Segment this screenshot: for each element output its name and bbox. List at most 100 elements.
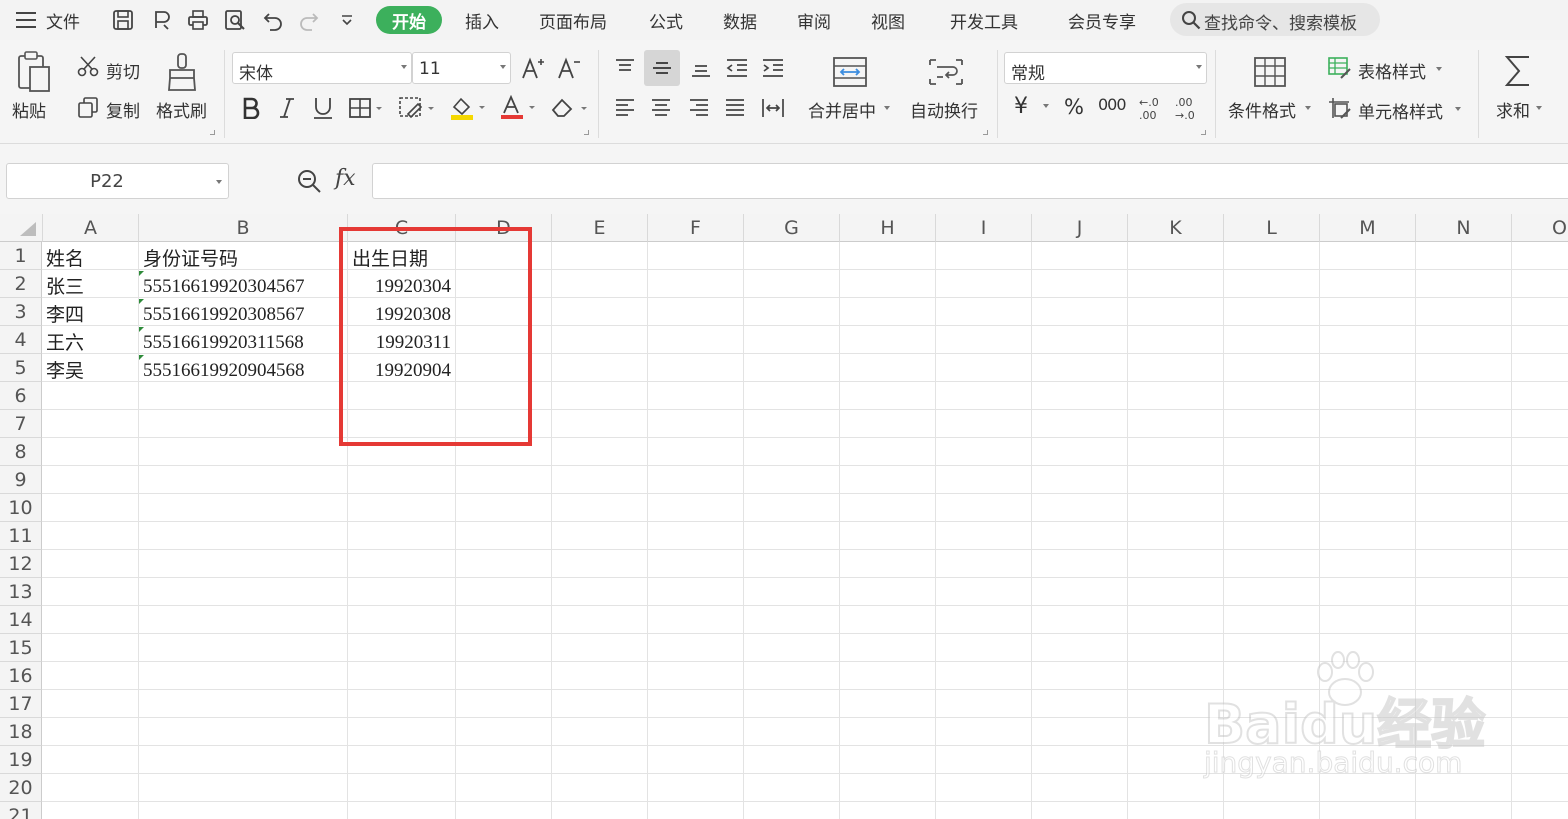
align-bottom-icon[interactable] bbox=[686, 54, 716, 82]
tab-data[interactable]: 数据 bbox=[723, 8, 757, 33]
column-header-H[interactable]: H bbox=[840, 214, 936, 242]
underline-icon[interactable] bbox=[310, 94, 336, 122]
redo-icon[interactable] bbox=[296, 6, 322, 34]
clear-format-icon[interactable] bbox=[548, 94, 590, 122]
number-format-select[interactable]: 常规 bbox=[1004, 52, 1207, 84]
row-header-17[interactable]: 17 bbox=[0, 690, 42, 718]
justify-icon[interactable] bbox=[720, 94, 750, 122]
column-header-J[interactable]: J bbox=[1032, 214, 1128, 242]
font-name-select[interactable]: 宋体 bbox=[232, 52, 412, 84]
copy-button[interactable]: 复制 bbox=[106, 97, 140, 122]
format-painter-button[interactable]: 格式刷 bbox=[156, 97, 207, 122]
italic-icon[interactable] bbox=[274, 94, 300, 122]
cell-A4[interactable]: 王六 bbox=[46, 328, 138, 356]
row-header-20[interactable]: 20 bbox=[0, 774, 42, 802]
column-header-A[interactable]: A bbox=[43, 214, 139, 242]
row-header-2[interactable]: 2 bbox=[0, 270, 42, 298]
undo-icon[interactable] bbox=[260, 6, 286, 34]
file-menu[interactable]: 文件 bbox=[46, 8, 80, 33]
cell-A2[interactable]: 张三 bbox=[46, 272, 138, 300]
thousands-separator-button[interactable]: 000 bbox=[1098, 95, 1127, 114]
chevron-down-icon[interactable] bbox=[1043, 104, 1049, 108]
column-header-E[interactable]: E bbox=[552, 214, 648, 242]
row-header-9[interactable]: 9 bbox=[0, 466, 42, 494]
sum-icon[interactable] bbox=[1500, 50, 1536, 92]
print-icon[interactable] bbox=[185, 6, 211, 34]
cell-B1[interactable]: 身份证号码 bbox=[143, 244, 347, 272]
column-header-F[interactable]: F bbox=[648, 214, 744, 242]
fx-label[interactable]: fx bbox=[335, 166, 356, 191]
customize-toolbar-icon[interactable] bbox=[334, 6, 360, 34]
conditional-format-icon[interactable] bbox=[1250, 52, 1290, 92]
row-header-12[interactable]: 12 bbox=[0, 550, 42, 578]
currency-format-button[interactable]: ¥ bbox=[1014, 94, 1028, 119]
column-header-G[interactable]: G bbox=[744, 214, 840, 242]
column-header-B[interactable]: B bbox=[139, 214, 348, 242]
increase-decimal-icon[interactable]: ←.0.00 bbox=[1136, 94, 1164, 122]
font-group-launcher[interactable] bbox=[584, 130, 589, 135]
tab-insert[interactable]: 插入 bbox=[465, 8, 499, 33]
table-style-icon[interactable] bbox=[1326, 54, 1354, 82]
row-header-15[interactable]: 15 bbox=[0, 634, 42, 662]
chevron-down-icon[interactable] bbox=[1436, 67, 1442, 71]
cut-button[interactable]: 剪切 bbox=[106, 58, 140, 83]
chevron-down-icon[interactable] bbox=[884, 106, 890, 110]
cell-B3[interactable]: 55516619920308567 bbox=[143, 300, 347, 328]
row-header-1[interactable]: 1 bbox=[0, 242, 42, 270]
column-header-I[interactable]: I bbox=[936, 214, 1032, 242]
column-header-M[interactable]: M bbox=[1320, 214, 1416, 242]
row-header-6[interactable]: 6 bbox=[0, 382, 42, 410]
distributed-align-icon[interactable] bbox=[758, 94, 788, 122]
tab-developer[interactable]: 开发工具 bbox=[950, 8, 1018, 33]
conditional-format-button[interactable]: 条件格式 bbox=[1228, 97, 1296, 122]
align-left-icon[interactable] bbox=[610, 94, 640, 122]
format-painter-icon[interactable] bbox=[164, 50, 200, 94]
row-header-11[interactable]: 11 bbox=[0, 522, 42, 550]
cell-style-brush-icon[interactable] bbox=[396, 94, 438, 122]
cell-B2[interactable]: 55516619920304567 bbox=[143, 272, 347, 300]
tab-view[interactable]: 视图 bbox=[871, 8, 905, 33]
row-header-19[interactable]: 19 bbox=[0, 746, 42, 774]
table-style-button[interactable]: 表格样式 bbox=[1358, 58, 1426, 83]
column-header-L[interactable]: L bbox=[1224, 214, 1320, 242]
align-center-icon[interactable] bbox=[646, 94, 676, 122]
row-header-8[interactable]: 8 bbox=[0, 438, 42, 466]
row-header-7[interactable]: 7 bbox=[0, 410, 42, 438]
decrease-decimal-icon[interactable]: .00 →.0 bbox=[1172, 94, 1200, 122]
font-size-select[interactable]: 11 bbox=[412, 52, 511, 84]
paste-icon[interactable] bbox=[14, 50, 54, 94]
zoom-icon[interactable] bbox=[294, 166, 324, 196]
copy-icon[interactable] bbox=[76, 95, 100, 119]
increase-font-icon[interactable] bbox=[520, 54, 546, 82]
borders-icon[interactable] bbox=[346, 94, 386, 122]
column-header-N[interactable]: N bbox=[1416, 214, 1512, 242]
print-preview-icon[interactable] bbox=[222, 6, 248, 34]
hamburger-menu-icon[interactable] bbox=[14, 8, 38, 32]
align-right-icon[interactable] bbox=[684, 94, 714, 122]
paste-button[interactable]: 粘贴 bbox=[12, 97, 46, 122]
name-box[interactable]: P22 bbox=[6, 163, 229, 199]
column-header-K[interactable]: K bbox=[1128, 214, 1224, 242]
row-header-13[interactable]: 13 bbox=[0, 578, 42, 606]
cell-A5[interactable]: 李吴 bbox=[46, 356, 138, 384]
tab-home[interactable]: 开始 bbox=[376, 6, 442, 34]
fill-color-icon[interactable] bbox=[446, 94, 488, 122]
save-icon[interactable] bbox=[110, 6, 136, 34]
percent-format-button[interactable]: % bbox=[1064, 95, 1084, 119]
wrap-text-icon[interactable] bbox=[926, 52, 966, 92]
row-header-5[interactable]: 5 bbox=[0, 354, 42, 382]
tab-page-layout[interactable]: 页面布局 bbox=[539, 8, 607, 33]
row-header-4[interactable]: 4 bbox=[0, 326, 42, 354]
chevron-down-icon[interactable] bbox=[1455, 107, 1461, 111]
cut-icon[interactable] bbox=[76, 54, 100, 78]
cell-A3[interactable]: 李四 bbox=[46, 300, 138, 328]
bold-icon[interactable] bbox=[238, 94, 264, 122]
clipboard-group-launcher[interactable] bbox=[210, 130, 215, 135]
font-color-icon[interactable] bbox=[496, 94, 538, 122]
merge-center-button[interactable]: 合并居中 bbox=[808, 97, 876, 122]
chevron-down-icon[interactable] bbox=[1305, 106, 1311, 110]
row-header-18[interactable]: 18 bbox=[0, 718, 42, 746]
row-header-14[interactable]: 14 bbox=[0, 606, 42, 634]
export-pdf-icon[interactable] bbox=[148, 6, 174, 34]
number-group-launcher[interactable] bbox=[1201, 130, 1206, 135]
